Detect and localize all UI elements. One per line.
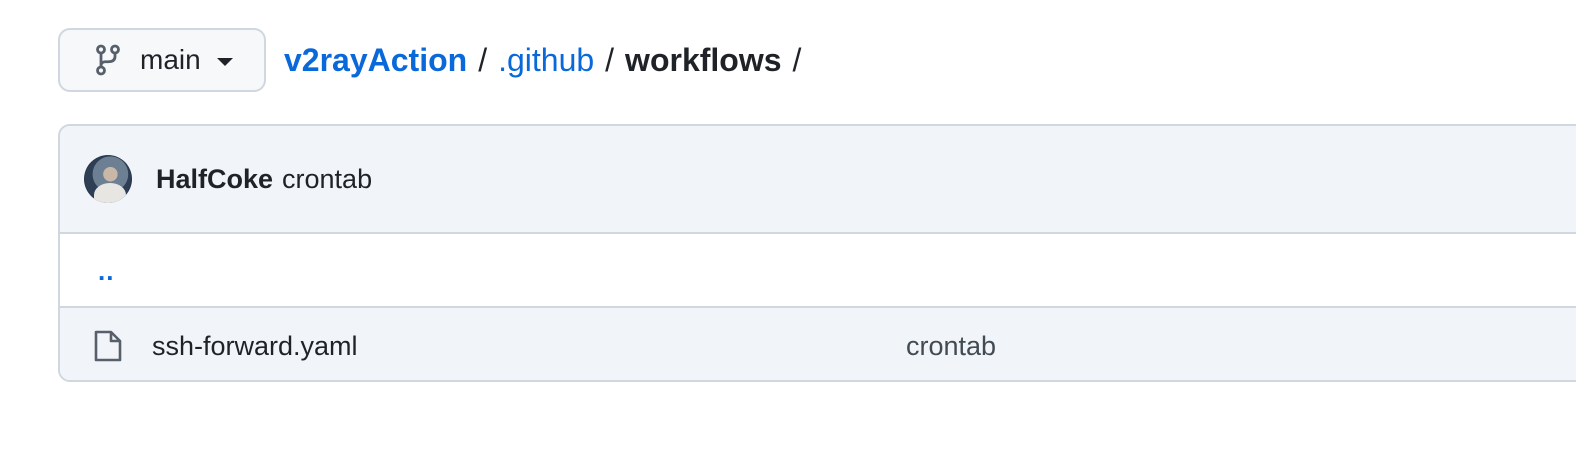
breadcrumb: v2rayAction / .github / workflows /	[284, 28, 812, 92]
breadcrumb-separator: /	[478, 42, 488, 78]
breadcrumb-current-folder: workflows	[625, 42, 782, 78]
avatar[interactable]	[84, 155, 132, 203]
branch-name: main	[140, 44, 201, 75]
file-commit-message-link[interactable]: crontab	[906, 331, 996, 362]
git-branch-icon	[94, 44, 122, 76]
top-navigation-row: main v2rayAction / .github / workflows /	[58, 28, 812, 92]
parent-directory-row[interactable]: ..	[60, 234, 1576, 308]
parent-directory-link[interactable]: ..	[98, 256, 114, 287]
file-name-link[interactable]: ssh-forward.yaml	[152, 331, 358, 362]
commit-author-link[interactable]: HalfCoke	[156, 164, 273, 195]
breadcrumb-repo-link[interactable]: v2rayAction	[284, 28, 467, 92]
breadcrumb-separator: /	[605, 42, 615, 78]
latest-commit-header: HalfCoke crontab	[60, 126, 1576, 234]
breadcrumb-folder-link[interactable]: .github	[498, 28, 594, 92]
branch-select-button[interactable]: main	[58, 28, 266, 92]
breadcrumb-trailing-separator: /	[792, 42, 802, 78]
file-browser: HalfCoke crontab .. ssh-forward.yaml cro…	[58, 124, 1576, 382]
caret-down-icon	[216, 58, 233, 66]
commit-message-link[interactable]: crontab	[282, 164, 372, 195]
file-icon	[94, 329, 122, 363]
file-row[interactable]: ssh-forward.yaml crontab	[60, 308, 1576, 380]
